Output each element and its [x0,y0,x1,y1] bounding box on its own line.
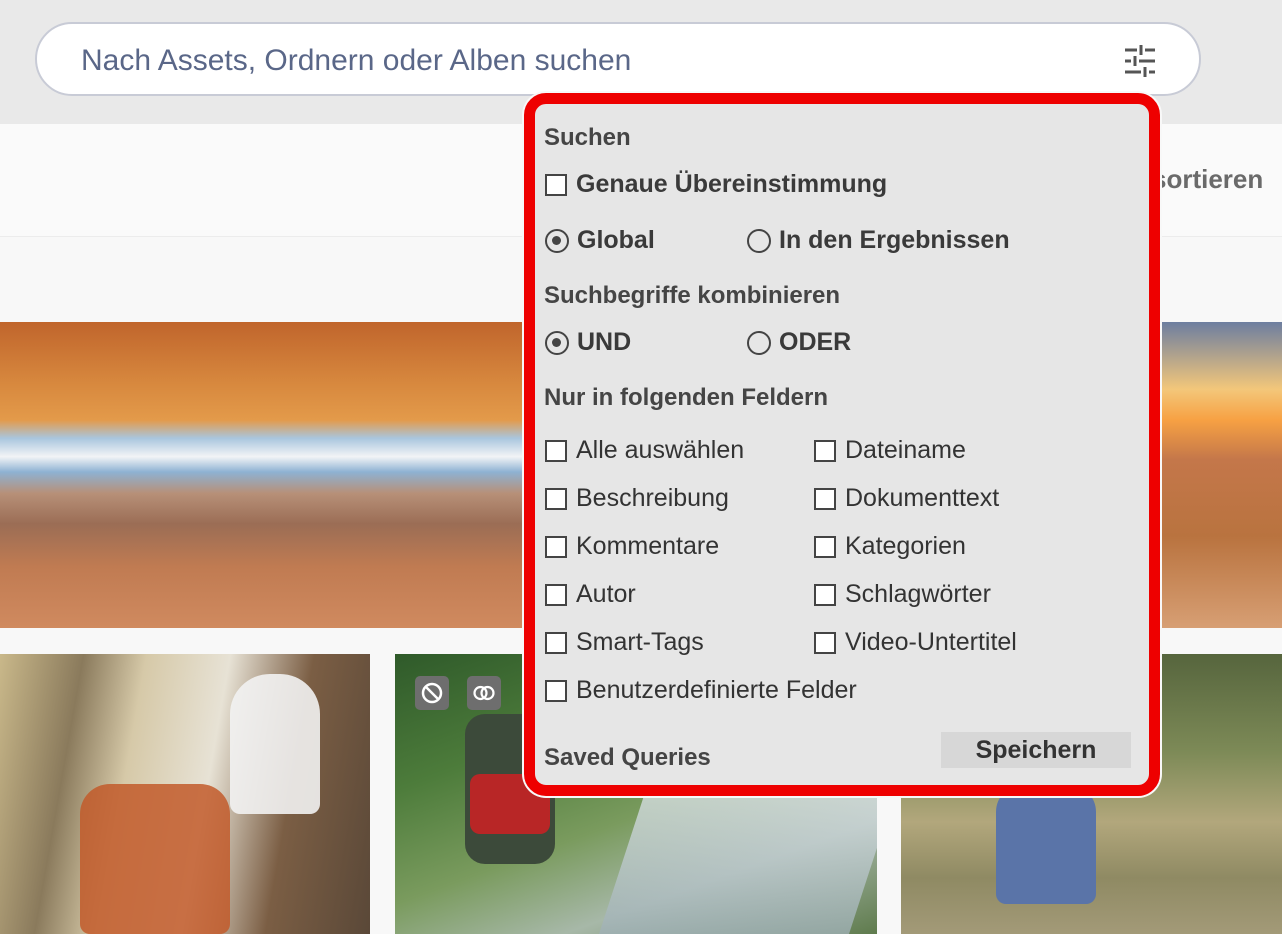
field-video-subtitles-checkbox[interactable]: Video-Untertitel [814,628,1017,657]
combine-or-radio[interactable]: ODER [747,328,851,357]
sunset-canyon-photo[interactable] [1160,322,1282,628]
field-custom-fields-checkbox[interactable]: Benutzerdefinierte Felder [545,676,857,705]
scope-global-label: Global [577,226,655,254]
search-options-popup: Suchen Genaue Übereinstimmung Global In … [524,93,1160,796]
field-label: Smart-Tags [576,628,704,656]
field-label: Dokumenttext [845,484,1000,512]
field-label: Schlagwörter [845,580,991,608]
field-document-text-checkbox[interactable]: Dokumenttext [814,484,999,513]
fields-section-title: Nur in folgenden Feldern [544,384,829,411]
search-input[interactable] [79,38,1083,84]
checkbox-icon [545,439,567,462]
checkbox-icon [545,487,567,510]
saved-queries-label[interactable]: Saved Queries [544,744,711,772]
checkbox-icon [545,583,567,606]
save-button[interactable]: Speichern [941,732,1131,768]
exact-match-label: Genaue Übereinstimmung [576,170,888,198]
radio-selected-icon [545,228,569,253]
sliders-icon[interactable] [1123,44,1157,78]
scope-results-label: In den Ergebnissen [779,226,1010,254]
radio-icon [747,330,771,355]
radio-selected-icon [545,330,569,355]
train-traveler-photo[interactable] [0,654,370,934]
combine-or-label: ODER [779,328,852,356]
combine-and-label: UND [577,328,632,356]
checkbox-icon [814,439,836,462]
field-label: Video-Untertitel [845,628,1017,656]
field-filename-checkbox[interactable]: Dateiname [814,436,966,465]
scope-global-radio[interactable]: Global [545,226,655,255]
combine-and-radio[interactable]: UND [545,328,631,357]
stream-shape [599,774,877,934]
field-keywords-checkbox[interactable]: Schlagwörter [814,580,991,609]
checkbox-icon [545,535,567,558]
field-label: Alle auswählen [576,436,745,464]
sort-button[interactable]: sortieren [1152,164,1263,195]
person-shape [230,674,320,814]
backpack-shape [996,784,1096,904]
field-label: Autor [576,580,636,608]
exact-match-checkbox[interactable]: Genaue Übereinstimmung [545,170,887,199]
field-author-checkbox[interactable]: Autor [545,580,636,609]
search-box [35,22,1201,96]
radio-icon [747,228,771,253]
checkbox-icon [545,631,567,654]
search-section-title: Suchen [544,124,631,151]
backpack-shape [80,784,230,934]
field-label: Beschreibung [576,484,729,512]
checkbox-icon [814,583,836,606]
no-entry-icon [415,676,449,710]
checkbox-icon [545,679,567,702]
checkbox-icon [814,535,836,558]
linked-rings-icon [467,676,501,710]
desert-arch-photo[interactable] [0,322,540,628]
checkbox-icon [814,487,836,510]
checkbox-icon [545,173,567,196]
combine-section-title: Suchbegriffe kombinieren [544,282,841,309]
field-description-checkbox[interactable]: Beschreibung [545,484,729,513]
field-label: Benutzerdefinierte Felder [576,676,857,704]
field-select-all-checkbox[interactable]: Alle auswählen [545,436,744,465]
checkbox-icon [814,631,836,654]
field-categories-checkbox[interactable]: Kategorien [814,532,966,561]
field-label: Dateiname [845,436,966,464]
field-label: Kategorien [845,532,966,560]
scope-results-radio[interactable]: In den Ergebnissen [747,226,1010,255]
field-label: Kommentare [576,532,720,560]
field-comments-checkbox[interactable]: Kommentare [545,532,719,561]
field-smart-tags-checkbox[interactable]: Smart-Tags [545,628,704,657]
